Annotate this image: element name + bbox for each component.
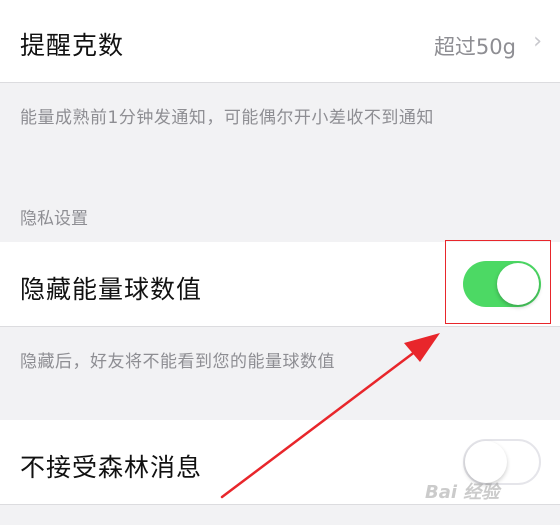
settings-screen: 提醒克数 超过50g › 能量成熟前1分钟发通知，可能偶尔开小差收不到通知 隐私…	[0, 0, 560, 525]
watermark: Bai 经验	[425, 482, 500, 503]
annotation-arrow-icon	[220, 333, 440, 499]
